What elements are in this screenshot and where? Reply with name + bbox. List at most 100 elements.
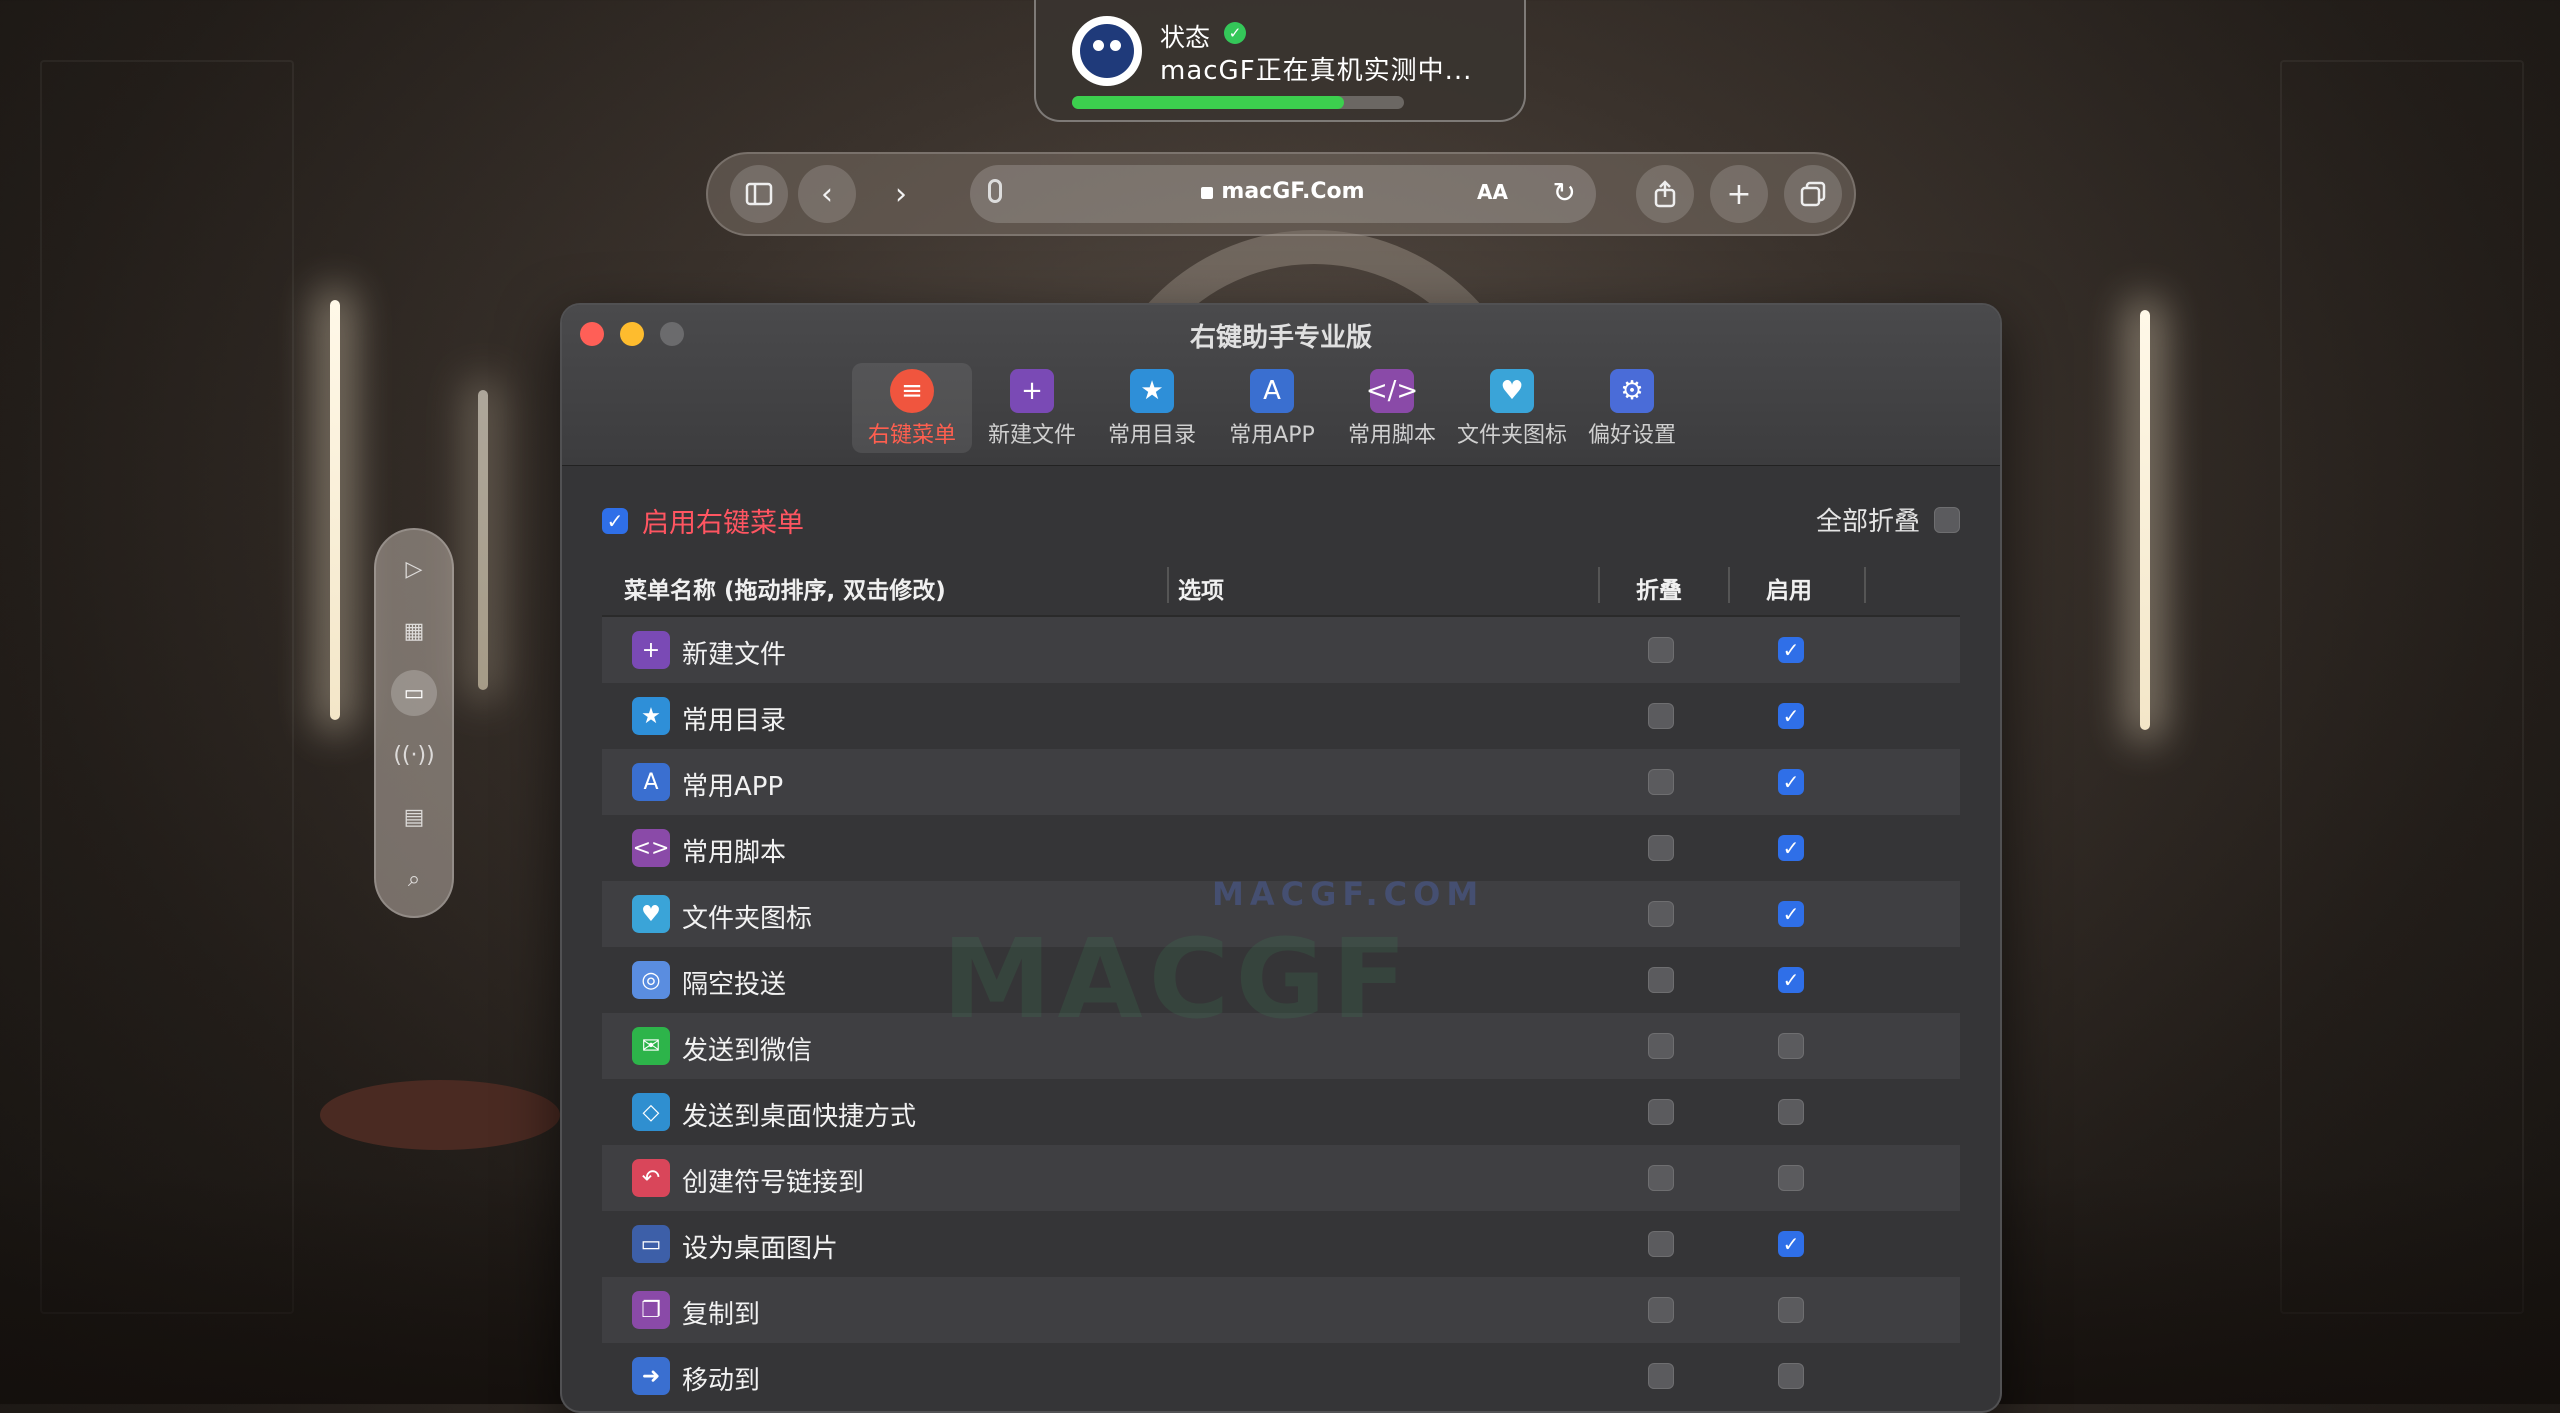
play-icon[interactable]: ▷	[391, 546, 437, 592]
side-table	[320, 1080, 560, 1150]
table-row[interactable]: ▭ 设为桌面图片 ✓	[602, 1211, 1960, 1277]
fold-checkbox[interactable]	[1648, 703, 1674, 729]
tab-icon: ≡	[890, 369, 934, 413]
reload-icon[interactable]: ↻	[1553, 176, 1576, 209]
column-header-options[interactable]: 选项	[1178, 571, 1224, 605]
collapse-all-checkbox[interactable]	[1934, 506, 1960, 533]
fold-checkbox[interactable]	[1648, 1033, 1674, 1059]
table-row[interactable]: ♥ 文件夹图标 ✓	[602, 881, 1960, 947]
wall-panel	[40, 60, 294, 1314]
enable-context-menu[interactable]: ✓ 启用右键菜单	[602, 501, 804, 540]
search-icon[interactable]: ⌕	[391, 856, 437, 902]
tab-1[interactable]: + 新建文件	[972, 363, 1092, 453]
share-icon	[1654, 180, 1676, 208]
tab-2[interactable]: ★ 常用目录	[1092, 363, 1212, 453]
fold-checkbox[interactable]	[1648, 1297, 1674, 1323]
window-title: 右键助手专业版	[1189, 323, 1372, 353]
enable-checkbox[interactable]	[1778, 1033, 1804, 1059]
tabs-overview-button[interactable]	[1784, 165, 1842, 223]
menu-item-icon: A	[632, 763, 670, 801]
tab-3[interactable]: A 常用APP	[1212, 363, 1332, 453]
tab-label: 偏好设置	[1587, 423, 1676, 448]
clipboard-icon[interactable]: ▤	[391, 794, 437, 840]
menu-item-name[interactable]: 常用脚本	[682, 832, 786, 869]
new-tab-button[interactable]: +	[1710, 165, 1768, 223]
wall-light	[2140, 310, 2150, 730]
enable-checkbox[interactable]: ✓	[602, 507, 628, 534]
fold-checkbox[interactable]	[1648, 769, 1674, 795]
status-progress-bar	[1072, 96, 1404, 109]
table-row[interactable]: ↶ 创建符号链接到	[602, 1145, 1960, 1211]
app-window: 右键助手专业版 ≡ 右键菜单 + 新建文件 ★ 常用目录 A 常用APP </> 常用脚本 ♥ 文件夹…	[560, 303, 2002, 1413]
fold-checkbox[interactable]	[1648, 1165, 1674, 1191]
menu-item-name[interactable]: 复制到	[682, 1294, 760, 1331]
tab-0[interactable]: ≡ 右键菜单	[852, 363, 972, 453]
menu-item-name[interactable]: 发送到桌面快捷方式	[682, 1096, 916, 1133]
enable-checkbox[interactable]: ✓	[1778, 703, 1804, 729]
back-icon: ‹	[821, 176, 833, 212]
menu-item-name[interactable]: 发送到微信	[682, 1030, 812, 1067]
share-button[interactable]	[1636, 165, 1694, 223]
tab-icon: ★	[1130, 369, 1174, 413]
menu-item-name[interactable]: 创建符号链接到	[682, 1162, 864, 1199]
menu-item-name[interactable]: 移动到	[682, 1360, 760, 1397]
address-bar[interactable]: macGF.Com AA ↻	[970, 165, 1596, 223]
column-header-name[interactable]: 菜单名称 (拖动排序, 双击修改)	[624, 571, 946, 605]
menu-item-name[interactable]: 设为桌面图片	[682, 1228, 838, 1265]
table-row[interactable]: ◇ 发送到桌面快捷方式	[602, 1079, 1960, 1145]
table-row[interactable]: ★ 常用目录 ✓	[602, 683, 1960, 749]
fold-checkbox[interactable]	[1648, 901, 1674, 927]
fold-checkbox[interactable]	[1648, 967, 1674, 993]
back-button[interactable]: ‹	[798, 165, 856, 223]
table-row[interactable]: ❐ 复制到	[602, 1277, 1960, 1343]
menu-item-icon: <>	[632, 829, 670, 867]
table-body: + 新建文件 ✓ ★ 常用目录 ✓ A 常用APP ✓ <> 常用脚本 ✓ ♥ 文件夹图标 ✓ ◎ 隔空投送 ✓ ✉…	[602, 617, 1960, 1409]
broadcast-icon[interactable]: ((·))	[391, 732, 437, 778]
collapse-all[interactable]: 全部折叠	[1816, 501, 1960, 538]
menu-item-icon: ♥	[632, 895, 670, 933]
menu-item-name[interactable]: 常用目录	[682, 700, 786, 737]
tab-4[interactable]: </> 常用脚本	[1332, 363, 1452, 453]
tab-5[interactable]: ♥ 文件夹图标	[1452, 363, 1572, 453]
menu-table: 菜单名称 (拖动排序, 双击修改) 选项 折叠 启用 + 新建文件 ✓ ★ 常用目录 ✓ A…	[602, 557, 1960, 1409]
screen-share-icon[interactable]: ▭	[391, 670, 437, 716]
enable-checkbox[interactable]: ✓	[1778, 637, 1804, 663]
enable-checkbox[interactable]	[1778, 1363, 1804, 1389]
column-divider	[1167, 567, 1169, 603]
table-row[interactable]: + 新建文件 ✓	[602, 617, 1960, 683]
sidebar-button[interactable]	[730, 165, 788, 223]
tab-6[interactable]: ⚙ 偏好设置	[1572, 363, 1692, 453]
fold-checkbox[interactable]	[1648, 1099, 1674, 1125]
grid-icon[interactable]: ▦	[391, 608, 437, 654]
menu-item-name[interactable]: 隔空投送	[682, 964, 786, 1001]
enable-checkbox[interactable]: ✓	[1778, 769, 1804, 795]
enable-checkbox[interactable]: ✓	[1778, 967, 1804, 993]
column-header-enable[interactable]: 启用	[1766, 571, 1812, 605]
table-row[interactable]: ✉ 发送到微信	[602, 1013, 1960, 1079]
avatar	[1072, 16, 1142, 86]
tab-icon: +	[1010, 369, 1054, 413]
column-header-fold[interactable]: 折叠	[1636, 571, 1682, 605]
enable-checkbox[interactable]: ✓	[1778, 835, 1804, 861]
enable-checkbox[interactable]: ✓	[1778, 901, 1804, 927]
menu-item-name[interactable]: 常用APP	[682, 766, 783, 803]
enable-checkbox[interactable]	[1778, 1165, 1804, 1191]
tab-icon: ⚙	[1610, 369, 1654, 413]
fold-checkbox[interactable]	[1648, 1363, 1674, 1389]
enable-checkbox[interactable]: ✓	[1778, 1231, 1804, 1257]
text-size-button[interactable]: AA	[1477, 180, 1508, 204]
enable-checkbox[interactable]	[1778, 1297, 1804, 1323]
menu-item-name[interactable]: 文件夹图标	[682, 898, 812, 935]
tabs-icon	[1800, 181, 1826, 207]
table-row[interactable]: A 常用APP ✓	[602, 749, 1960, 815]
table-row[interactable]: <> 常用脚本 ✓	[602, 815, 1960, 881]
menu-item-name[interactable]: 新建文件	[682, 634, 786, 671]
table-row[interactable]: ➜ 移动到	[602, 1343, 1960, 1409]
fold-checkbox[interactable]	[1648, 637, 1674, 663]
fold-checkbox[interactable]	[1648, 1231, 1674, 1257]
fold-checkbox[interactable]	[1648, 835, 1674, 861]
table-row[interactable]: ◎ 隔空投送 ✓	[602, 947, 1960, 1013]
wall-light	[478, 390, 488, 690]
enable-checkbox[interactable]	[1778, 1099, 1804, 1125]
forward-button[interactable]: ›	[872, 165, 930, 223]
